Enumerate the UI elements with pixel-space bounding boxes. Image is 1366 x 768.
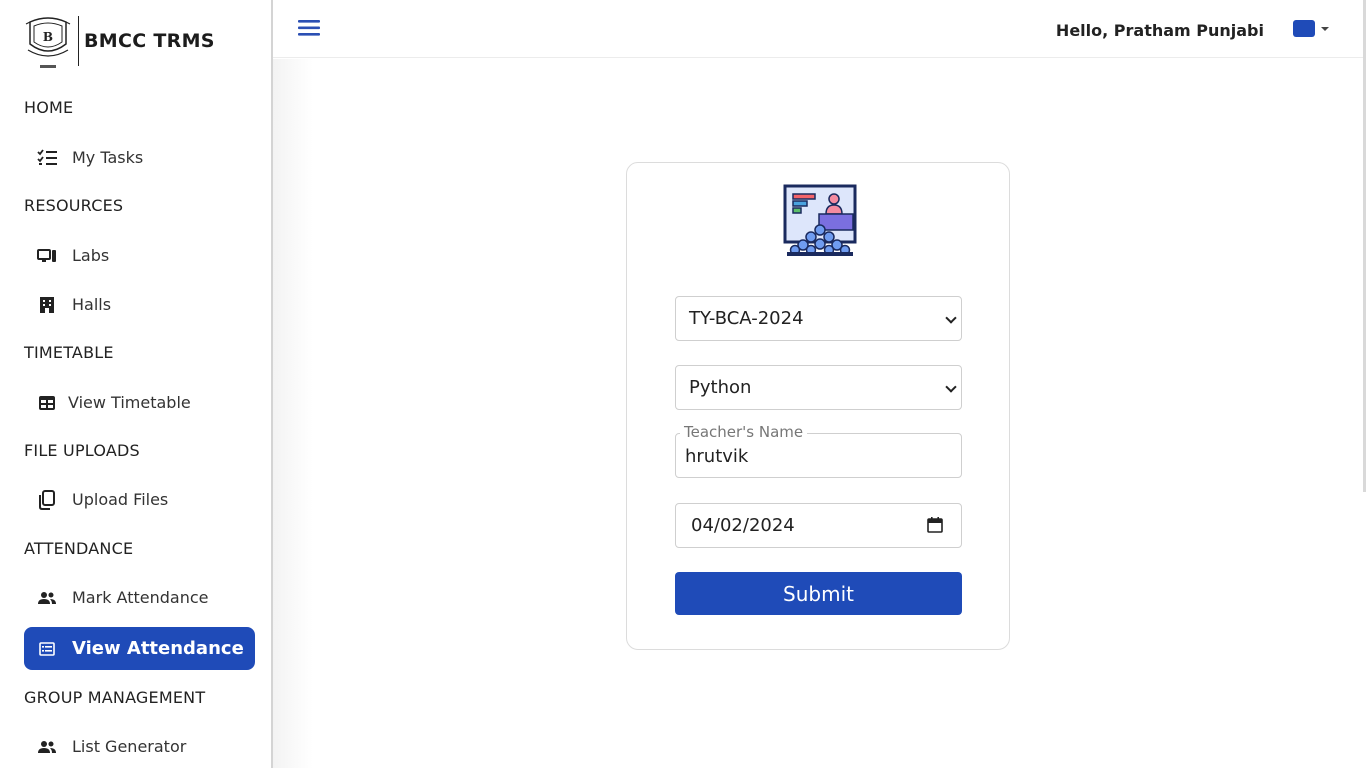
flag-icon — [1293, 20, 1315, 37]
section-heading-timetable: TIMETABLE — [24, 343, 114, 362]
task-list-icon — [36, 147, 58, 169]
caret-down-icon — [1321, 26, 1329, 31]
chevron-down-icon — [945, 381, 957, 393]
sidebar-item-list-generator[interactable]: List Generator — [24, 725, 255, 768]
sidebar-item-labs[interactable]: Labs — [24, 234, 255, 277]
section-heading-group-management: GROUP MANAGEMENT — [24, 688, 206, 707]
files-icon — [36, 489, 58, 511]
section-heading-resources: RESOURCES — [24, 196, 124, 215]
table-icon — [36, 392, 58, 414]
sidebar-item-label: Labs — [72, 246, 110, 265]
teacher-name-field[interactable]: Teacher's Name hrutvik — [675, 423, 962, 478]
language-dropdown[interactable] — [1293, 20, 1329, 37]
calendar-icon[interactable] — [927, 517, 943, 533]
sidebar-item-view-attendance[interactable]: View Attendance — [24, 627, 255, 670]
teacher-name-value: hrutvik — [685, 446, 749, 467]
sidebar-item-label: View Attendance — [72, 638, 244, 659]
people-icon — [36, 736, 58, 758]
sidebar-item-label: List Generator — [72, 737, 187, 756]
class-select[interactable]: TY-BCA-2024 — [675, 296, 962, 341]
section-heading-home: HOME — [24, 98, 74, 117]
date-input[interactable]: 04/02/2024 — [675, 503, 962, 548]
user-greeting: Hello, Pratham Punjabi — [1055, 21, 1264, 40]
sidebar-item-label: Upload Files — [72, 490, 169, 509]
people-icon — [36, 587, 58, 609]
sidebar-item-upload-files[interactable]: Upload Files — [24, 478, 255, 521]
brand-divider — [78, 16, 79, 66]
section-heading-file-uploads: FILE UPLOADS — [24, 441, 140, 460]
topbar: Hello, Pratham Punjabi — [273, 0, 1366, 58]
sidebar-item-label: My Tasks — [72, 148, 144, 167]
svg-text:B: B — [43, 30, 53, 44]
subject-select[interactable]: Python — [675, 365, 962, 410]
date-value: 04/02/2024 — [691, 515, 795, 536]
chevron-down-icon — [945, 312, 957, 324]
sidebar-item-label: Halls — [72, 295, 112, 314]
submit-button[interactable]: Submit — [675, 572, 962, 615]
sidebar-item-label: View Timetable — [68, 393, 191, 412]
teacher-name-label: Teacher's Name — [680, 423, 808, 441]
college-crest-icon: B — [25, 17, 71, 68]
class-select-value: TY-BCA-2024 — [689, 308, 804, 329]
section-heading-attendance: ATTENDANCE — [24, 539, 134, 558]
subject-select-value: Python — [689, 377, 752, 398]
brand[interactable]: B BMCC TRMS — [24, 14, 215, 74]
attendance-form-card: TY-BCA-2024 Python Teacher's Name hrutvi… — [626, 162, 1010, 650]
sidebar-item-label: Mark Attendance — [72, 588, 209, 607]
building-icon — [36, 294, 58, 316]
computer-icon — [36, 245, 58, 267]
sidebar-item-halls[interactable]: Halls — [24, 283, 255, 326]
classroom-presentation-icon — [783, 184, 857, 256]
sidebar-item-view-timetable[interactable]: View Timetable — [24, 381, 255, 424]
sidebar-item-my-tasks[interactable]: My Tasks — [24, 136, 255, 179]
list-icon — [36, 638, 58, 660]
app-name: BMCC TRMS — [84, 30, 215, 52]
content-shadow — [273, 59, 313, 768]
hamburger-icon[interactable] — [297, 18, 321, 38]
sidebar: B BMCC TRMS HOME My Tasks RESOURCES Labs… — [0, 0, 271, 768]
sidebar-item-mark-attendance[interactable]: Mark Attendance — [24, 576, 255, 619]
